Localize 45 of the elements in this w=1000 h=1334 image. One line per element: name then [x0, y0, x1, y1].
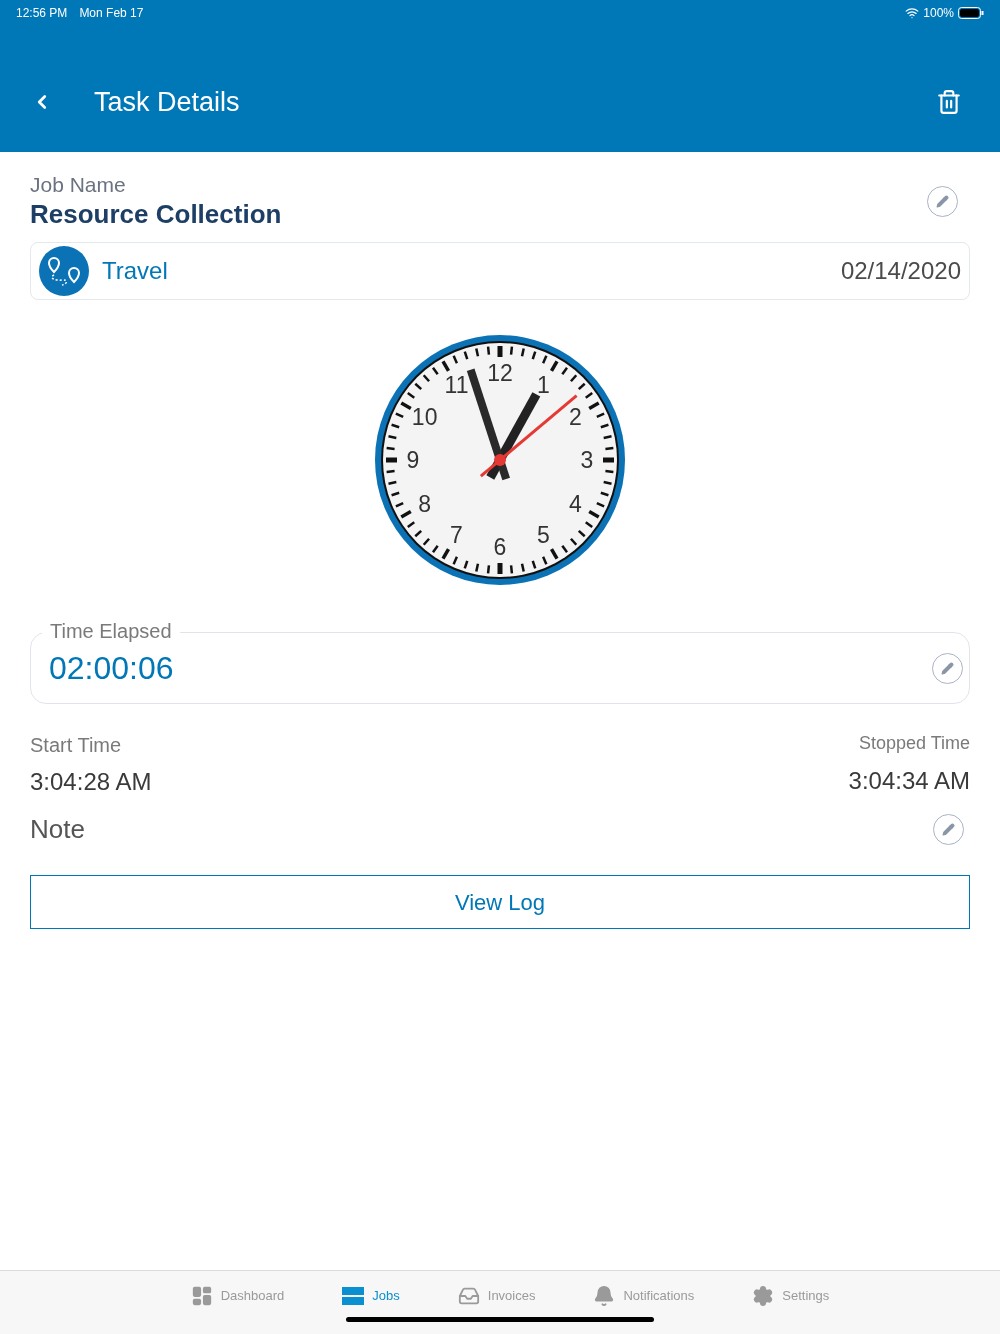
note-label: Note — [30, 813, 85, 846]
start-time-value: 3:04:28 AM — [30, 767, 152, 797]
time-elapsed-value: 02:00:06 — [49, 649, 174, 688]
status-date: Mon Feb 17 — [79, 5, 144, 22]
settings-icon — [752, 1285, 775, 1307]
dial-number: 8 — [418, 490, 432, 517]
page-title: Task Details — [94, 86, 240, 119]
dial-number: 11 — [444, 371, 469, 398]
wifi-icon — [905, 6, 920, 20]
battery-icon — [958, 7, 984, 19]
dial-number: 9 — [406, 447, 420, 473]
tab[interactable]: Settings — [752, 1285, 830, 1307]
list-icon — [342, 1286, 365, 1306]
task-date: 02/14/2020 — [840, 256, 961, 286]
delete-button[interactable] — [936, 89, 962, 116]
stopped-time-value: 3:04:34 AM — [848, 766, 970, 796]
status-time: 12:56 PM — [16, 5, 68, 22]
trash-icon — [936, 89, 962, 116]
tab[interactable]: Notifications — [593, 1285, 695, 1307]
dial-number: 7 — [450, 522, 463, 549]
job-name: Resource Collection — [30, 198, 282, 230]
battery-level: 100% — [923, 5, 954, 22]
dial-number: 12 — [487, 360, 513, 386]
tab[interactable]: Invoices — [457, 1285, 536, 1307]
dashboard-icon — [190, 1285, 213, 1307]
pencil-icon — [942, 823, 955, 836]
dial-number: 3 — [580, 447, 594, 473]
dial-number: 5 — [537, 522, 550, 549]
tab[interactable]: Dashboard — [190, 1285, 285, 1307]
view-log-button[interactable]: View Log — [30, 875, 970, 929]
inbox-icon — [457, 1285, 480, 1307]
dial-number: 4 — [568, 490, 582, 517]
job-name-label: Job Name — [30, 172, 127, 198]
tab[interactable]: Jobs — [342, 1285, 400, 1307]
stopped-time-label: Stopped Time — [858, 732, 970, 755]
dial-number: 1 — [537, 371, 550, 398]
route-pin-icon — [39, 246, 89, 296]
dial-number: 2 — [568, 403, 582, 430]
task-type: Travel — [102, 256, 168, 286]
dial-number: 10 — [411, 403, 438, 430]
pencil-icon — [936, 194, 949, 208]
pencil-icon — [941, 661, 954, 675]
bell-icon — [593, 1285, 616, 1307]
start-time-label: Start Time — [30, 733, 123, 758]
dial-number: 6 — [493, 534, 507, 560]
